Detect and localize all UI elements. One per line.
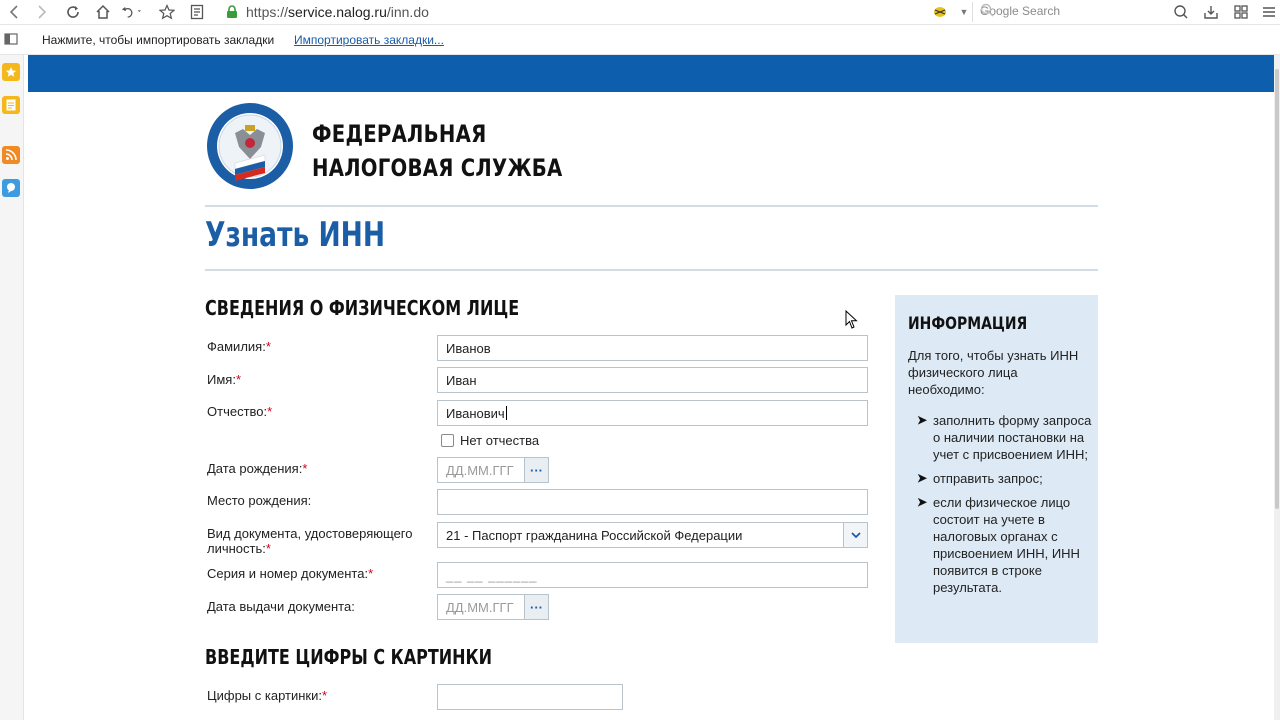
download-icon[interactable] [1201, 2, 1221, 22]
doc-number-label: Серия и номер документа:* [207, 566, 374, 581]
scrollbar-thumb[interactable] [1275, 69, 1279, 509]
home-icon[interactable] [93, 2, 113, 22]
issue-date-input[interactable]: ДД.ММ.ГГГ [437, 594, 524, 620]
divider-bottom [205, 269, 1098, 271]
issue-date-picker-button[interactable]: ··· [524, 594, 549, 620]
sidebar-toggle-icon[interactable] [3, 31, 19, 47]
undo-icon[interactable] [121, 2, 141, 22]
account-icon[interactable] [1171, 2, 1191, 22]
info-list-item: ➤ если физическое лицо состоит на учете в… [917, 495, 1080, 595]
surname-label: Фамилия:* [207, 339, 271, 354]
birth-place-label: Место рождения: [207, 493, 312, 508]
doc-type-value: 21 - Паспорт гражданина Российской Федер… [446, 528, 743, 543]
info-list-item: ➤ отправить запрос; [917, 471, 1043, 486]
doc-type-label: Вид документа, удостоверяющего личность:… [207, 526, 413, 556]
section-title-captcha: ВВЕДИТЕ ЦИФРЫ С КАРТИНКИ [205, 645, 493, 669]
arrow-bullet-icon: ➤ [917, 413, 928, 427]
browser-sidebar [0, 55, 24, 720]
mouse-cursor-icon [845, 309, 859, 335]
search-input[interactable]: Google Search [972, 2, 1158, 22]
text-caret [505, 406, 507, 420]
birth-date-picker-button[interactable]: ··· [524, 457, 549, 483]
extension-dropdown-icon[interactable]: ▼ [954, 2, 974, 22]
browser-toolbar: https://service.nalog.ru/inn.do ▼ Google… [0, 0, 1280, 25]
surname-input[interactable]: Иванов [437, 335, 868, 361]
chevron-down-icon[interactable] [843, 523, 867, 547]
divider-top [205, 205, 1098, 207]
url-text: https://service.nalog.ru/inn.do [246, 4, 429, 20]
name-label: Имя:* [207, 372, 241, 387]
org-name-line1: ФЕДЕРАЛЬНАЯ [312, 120, 487, 148]
doc-type-select[interactable]: 21 - Паспорт гражданина Российской Федер… [437, 522, 868, 548]
search-icon[interactable] [980, 3, 1152, 20]
no-patronymic-label[interactable]: Нет отчества [460, 433, 539, 448]
reader-icon[interactable] [187, 2, 207, 22]
reload-icon[interactable] [63, 2, 83, 22]
site-top-bar [28, 55, 1274, 92]
star-icon[interactable] [157, 2, 177, 22]
notes-icon[interactable] [2, 96, 20, 114]
favorites-icon[interactable] [2, 63, 20, 81]
bookmarks-bar: Нажмите, чтобы импортировать закладки Им… [0, 25, 1280, 55]
lock-icon [222, 2, 242, 22]
extension-icon[interactable] [930, 2, 950, 22]
patronymic-input[interactable]: Иванович [437, 400, 868, 426]
doc-number-input[interactable]: __ __ ______ [437, 562, 868, 588]
info-list-item: ➤ заполнить форму запроса о наличии поста… [917, 413, 1092, 462]
issue-date-label: Дата выдачи документа: [207, 599, 355, 614]
no-patronymic-checkbox[interactable] [441, 434, 454, 447]
captcha-input[interactable] [437, 684, 623, 710]
grid-icon[interactable] [1231, 2, 1251, 22]
info-panel: ИНФОРМАЦИЯ Для того, чтобы узнать ИНН фи… [895, 295, 1098, 643]
fns-emblem-logo[interactable] [205, 101, 295, 191]
address-bar[interactable]: https://service.nalog.ru/inn.do [222, 0, 922, 24]
import-bookmarks-link[interactable]: Импортировать закладки... [294, 33, 444, 47]
rss-icon[interactable] [2, 146, 20, 164]
birth-date-label: Дата рождения:* [207, 461, 308, 476]
menu-icon[interactable] [1259, 2, 1279, 22]
info-title: ИНФОРМАЦИЯ [908, 314, 1028, 334]
org-name-line2: НАЛОГОВАЯ СЛУЖБА [312, 154, 563, 182]
back-icon[interactable] [4, 2, 24, 22]
org-name: ФЕДЕРАЛЬНАЯ НАЛОГОВАЯ СЛУЖБА [312, 117, 563, 185]
section-title-person: СВЕДЕНИЯ О ФИЗИЧЕСКОМ ЛИЦЕ [205, 296, 520, 320]
bookmarks-import-prompt: Нажмите, чтобы импортировать закладки [42, 33, 275, 47]
arrow-bullet-icon: ➤ [917, 495, 928, 509]
messenger-icon[interactable] [2, 179, 20, 197]
page-title: Узнать ИНН [205, 215, 386, 255]
info-intro: Для того, чтобы узнать ИНН физического л… [908, 348, 1079, 397]
birth-place-input[interactable] [437, 489, 868, 515]
forward-icon[interactable] [32, 2, 52, 22]
name-input[interactable]: Иван [437, 367, 868, 393]
patronymic-label: Отчество:* [207, 404, 273, 419]
birth-date-input[interactable]: ДД.ММ.ГГГ [437, 457, 524, 483]
info-list: ➤ заполнить форму запроса о наличии поста… [917, 412, 1092, 603]
page-scrollbar[interactable] [1274, 55, 1280, 720]
arrow-bullet-icon: ➤ [917, 471, 928, 485]
captcha-label: Цифры с картинки:* [207, 688, 328, 703]
